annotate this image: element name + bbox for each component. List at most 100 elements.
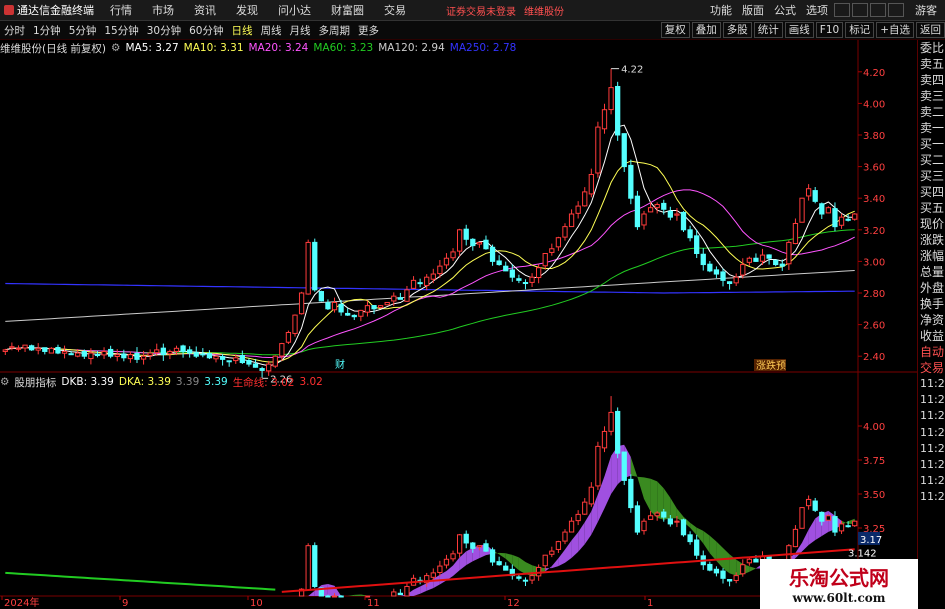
sub-candle-body — [792, 528, 799, 548]
side-volume[interactable]: 总量 — [918, 264, 945, 280]
candle-body — [694, 235, 700, 254]
side-buy2[interactable]: 买二 — [918, 152, 945, 168]
candle-body — [35, 347, 41, 351]
candle-body — [838, 216, 845, 226]
legend-ma120: MA120: 2.94 — [378, 42, 445, 54]
candle-body — [121, 353, 127, 359]
side-weibi[interactable]: 委比 — [918, 40, 945, 56]
candle-body — [160, 347, 166, 356]
band-segment — [439, 571, 447, 585]
band-segment — [716, 541, 723, 569]
settings-gear-icon[interactable]: ⚙ — [111, 42, 120, 54]
side-outer[interactable]: 外盘 — [918, 280, 945, 296]
side-trade[interactable]: 交易 — [918, 360, 945, 376]
candle-body — [2, 349, 8, 352]
candle-body — [621, 133, 627, 168]
y-tick-label: 3.00 — [863, 257, 885, 268]
band-segment — [703, 530, 710, 554]
side-netasset[interactable]: 净资 — [918, 312, 945, 328]
candle-body — [713, 269, 720, 275]
sub-candle-body — [582, 501, 588, 515]
side-turnover[interactable]: 换手 — [918, 296, 945, 312]
side-buy3[interactable]: 买三 — [918, 168, 945, 184]
band-segment — [420, 583, 427, 594]
side-sell2[interactable]: 卖二 — [918, 104, 945, 120]
sub-candle-body — [476, 545, 483, 548]
ma250-line — [5, 282, 855, 294]
sub-candle-body — [364, 595, 371, 598]
side-sell4[interactable]: 卖四 — [918, 72, 945, 88]
candle-body — [509, 269, 515, 278]
candle-body — [371, 305, 377, 310]
candle-body — [786, 241, 792, 265]
sub-candle-body — [753, 558, 759, 563]
side-pct[interactable]: 涨幅 — [918, 248, 945, 264]
sub-gear-icon[interactable]: ⚙ — [0, 376, 9, 388]
y-tick-label: 4.00 — [863, 99, 885, 110]
candle-body — [219, 356, 226, 360]
band-segment — [413, 586, 421, 596]
candle-body — [562, 226, 568, 238]
sub-candle-body — [641, 520, 647, 532]
side-buy5[interactable]: 买五 — [918, 200, 945, 216]
sub-candle-body — [740, 564, 746, 575]
side-change[interactable]: 涨跌 — [918, 232, 945, 248]
band-segment — [808, 518, 816, 545]
y-tick-label: 3.75 — [863, 456, 885, 467]
candle-body — [101, 350, 107, 356]
band-segment — [604, 455, 612, 509]
band-segment — [466, 547, 473, 566]
candle-body — [167, 350, 173, 355]
candle-body — [516, 278, 522, 281]
legend-v4: 3.39 — [204, 376, 228, 388]
sub-candle-body — [595, 445, 601, 487]
y-tick-label: 4.20 — [863, 68, 885, 79]
band-segment — [453, 557, 460, 576]
candle-body — [28, 345, 35, 351]
candle-body — [845, 218, 851, 221]
band-segment — [749, 566, 756, 572]
candle-body — [292, 314, 298, 334]
x-tick-label: 11 — [367, 598, 380, 609]
side-sell3[interactable]: 卖三 — [918, 88, 945, 104]
sub-candle-body — [825, 515, 832, 521]
candle-body — [812, 190, 818, 202]
side-buy1[interactable]: 买一 — [918, 136, 945, 152]
band-segment — [558, 549, 565, 567]
ma20-line — [5, 189, 855, 358]
sub-candle-body — [628, 478, 634, 509]
sub-candle-body — [674, 520, 680, 523]
side-auto[interactable]: 自动 — [918, 344, 945, 360]
candle-body — [417, 282, 423, 285]
sub-candle-body — [805, 498, 812, 507]
tick-time: 11:29 — [920, 457, 945, 471]
candle-body — [81, 351, 87, 357]
side-sell5[interactable]: 卖五 — [918, 56, 945, 72]
candle-body — [852, 213, 858, 220]
sub-candle-body — [694, 539, 700, 556]
candle-body — [338, 303, 344, 313]
high-label: 4.22 — [621, 65, 643, 76]
y-tick-label: 3.50 — [863, 490, 885, 501]
candle-body — [687, 229, 693, 239]
band-segment — [545, 566, 552, 572]
y-tick-label: 3.40 — [863, 194, 885, 205]
side-sell1[interactable]: 卖一 — [918, 120, 945, 136]
side-eps[interactable]: 收益 — [918, 328, 945, 344]
sub-candle-body — [549, 550, 555, 555]
legend-life: 生命线: 3.02 — [232, 376, 295, 389]
sub-candle-body — [516, 576, 522, 579]
sub-candle-body — [832, 516, 838, 533]
side-buy4[interactable]: 买四 — [918, 184, 945, 200]
candle-body — [48, 347, 55, 354]
sub-candle-body — [456, 534, 463, 554]
legend-dka: DKA: 3.39 — [118, 376, 171, 388]
sub-candle-body — [746, 558, 752, 564]
sub-candle-body — [845, 525, 851, 528]
side-price[interactable]: 现价 — [918, 216, 945, 232]
candle-body — [489, 246, 496, 262]
candle-body — [266, 363, 272, 372]
kline-chart[interactable]: 4.20 4.00 3.80 3.60 3.40 3.20 3.00 2.80 2.60 2.40… — [0, 0, 945, 609]
x-tick-label: 9 — [122, 598, 128, 609]
candle-body — [187, 349, 193, 354]
